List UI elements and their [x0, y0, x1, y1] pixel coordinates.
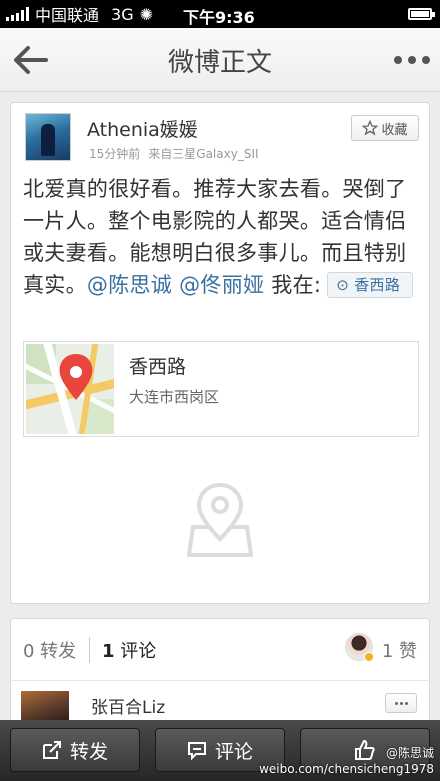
- more-dot-icon: [408, 56, 416, 64]
- mention-link[interactable]: @陈思诚: [87, 273, 172, 297]
- comment-button-label: 评论: [214, 740, 253, 763]
- comment-icon: [187, 742, 206, 760]
- comment-more-button[interactable]: [385, 693, 417, 713]
- comment-count-label: 评论: [120, 641, 157, 662]
- post-source: 来自三星Galaxy_SII: [148, 147, 259, 161]
- map-thumbnail: [26, 344, 114, 434]
- page-title: 微博正文: [167, 48, 272, 78]
- repost-icon: [42, 741, 61, 759]
- location-card[interactable]: 香西路 大连市西岗区: [23, 341, 419, 437]
- commenter-name[interactable]: 张百合Liz: [91, 693, 165, 718]
- nav-bar: 微博正文: [0, 28, 440, 92]
- star-icon: [362, 120, 379, 136]
- activity-spinner-icon: ✺: [139, 4, 153, 24]
- status-bar: 中国联通 3G ✺ 下午9:36: [0, 0, 440, 28]
- like-count-tab[interactable]: 1 赞: [382, 637, 417, 663]
- author-avatar[interactable]: [25, 113, 71, 161]
- post-actions-bar: 0 转发 1 评论 1 赞: [10, 618, 430, 680]
- post-card: Athenia媛媛 15分钟前 来自三星Galaxy_SII 收藏 北爱真的很好看…: [10, 102, 430, 604]
- more-button[interactable]: [394, 46, 430, 74]
- carrier-label: 中国联通: [35, 6, 100, 25]
- watermark-url: weibo.com/chensicheng1978: [259, 762, 434, 776]
- bottom-toolbar: 转发 评论 @陈思诚 weibo.com/chensicheng1978: [0, 720, 440, 781]
- more-dot-icon: [399, 701, 403, 705]
- watermark-handle: @陈思诚: [385, 746, 434, 760]
- battery-icon: [408, 8, 435, 20]
- repost-button-label: 转发: [69, 740, 108, 763]
- repost-button[interactable]: 转发: [10, 728, 140, 772]
- more-dot-icon: [394, 701, 398, 705]
- more-dot-icon: [404, 701, 408, 705]
- signal-icon: [6, 7, 29, 21]
- repost-count-tab[interactable]: 0 转发: [23, 637, 76, 663]
- post-time: 15分钟前: [89, 147, 141, 161]
- comment-item: 张百合Liz: [10, 680, 430, 721]
- place-name: 香西路: [129, 356, 187, 378]
- more-dot-icon: [422, 56, 430, 64]
- comment-count-tab[interactable]: 1 评论: [89, 637, 156, 663]
- author-name[interactable]: Athenia媛媛: [87, 115, 198, 142]
- location-chip[interactable]: ⊙ 香西路: [327, 272, 414, 298]
- post-meta: 15分钟前 来自三星Galaxy_SII: [89, 145, 259, 162]
- mention-link[interactable]: @佟丽娅: [179, 273, 264, 297]
- network-label: 3G: [111, 4, 134, 24]
- watermark: @陈思诚 weibo.com/chensicheng1978: [259, 745, 434, 777]
- clock: 下午9:36: [183, 8, 255, 27]
- more-dot-icon: [394, 56, 402, 64]
- post-body: 北爱真的很好看。推荐大家去看。哭倒了一片人。整个电影院的人都哭。适合情侣或夫妻看…: [23, 173, 423, 301]
- commenter-avatar[interactable]: [21, 691, 69, 721]
- location-pin-icon: ⊙: [336, 276, 350, 294]
- favorite-button[interactable]: 收藏: [351, 115, 419, 141]
- location-chip-label: 香西路: [354, 276, 401, 294]
- place-address: 大连市西岗区: [129, 388, 220, 406]
- location-prefix: 我在:: [271, 273, 322, 297]
- favorite-label: 收藏: [381, 122, 408, 138]
- liker-avatar[interactable]: [345, 633, 374, 662]
- map-placeholder-icon: [186, 482, 254, 557]
- comment-count: 1: [102, 641, 115, 662]
